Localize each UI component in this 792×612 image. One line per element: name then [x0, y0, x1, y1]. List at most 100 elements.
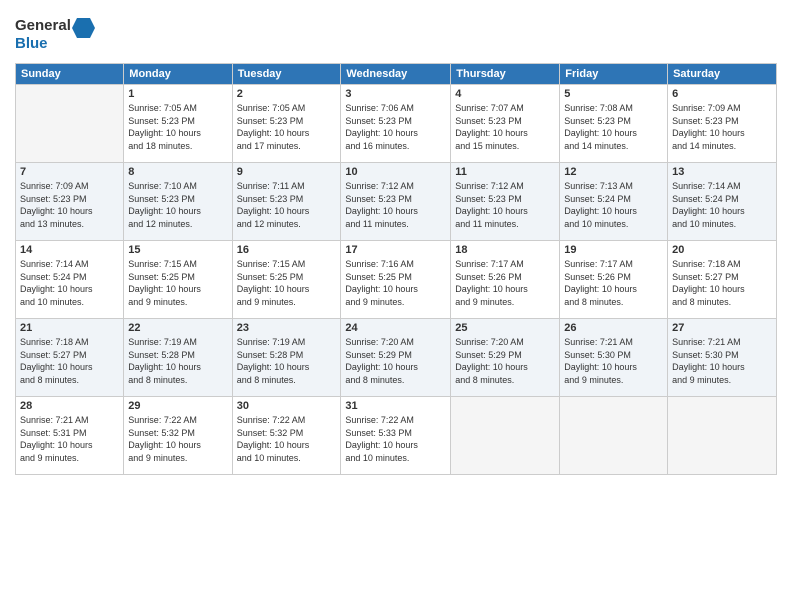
day-info: Sunrise: 7:14 AM Sunset: 5:24 PM Dayligh… — [672, 180, 772, 230]
svg-text:Blue: Blue — [15, 35, 48, 52]
day-info: Sunrise: 7:17 AM Sunset: 5:26 PM Dayligh… — [564, 258, 663, 308]
day-number: 29 — [128, 400, 227, 412]
day-number: 1 — [128, 88, 227, 100]
day-info: Sunrise: 7:06 AM Sunset: 5:23 PM Dayligh… — [345, 102, 446, 152]
day-info: Sunrise: 7:14 AM Sunset: 5:24 PM Dayligh… — [20, 258, 119, 308]
day-number: 15 — [128, 244, 227, 256]
calendar-table: SundayMondayTuesdayWednesdayThursdayFrid… — [15, 63, 777, 475]
day-number: 19 — [564, 244, 663, 256]
day-info: Sunrise: 7:05 AM Sunset: 5:23 PM Dayligh… — [237, 102, 337, 152]
day-number: 6 — [672, 88, 772, 100]
calendar-cell: 6 Sunrise: 7:09 AM Sunset: 5:23 PM Daylig… — [668, 85, 777, 163]
calendar-cell: 24 Sunrise: 7:20 AM Sunset: 5:29 PM Dayli… — [341, 319, 451, 397]
day-number: 12 — [564, 166, 663, 178]
day-number: 22 — [128, 322, 227, 334]
calendar-cell: 18 Sunrise: 7:17 AM Sunset: 5:26 PM Dayli… — [451, 241, 560, 319]
day-info: Sunrise: 7:08 AM Sunset: 5:23 PM Dayligh… — [564, 102, 663, 152]
day-number: 3 — [345, 88, 446, 100]
day-info: Sunrise: 7:12 AM Sunset: 5:23 PM Dayligh… — [345, 180, 446, 230]
calendar-cell: 21 Sunrise: 7:18 AM Sunset: 5:27 PM Dayli… — [16, 319, 124, 397]
calendar-cell: 3 Sunrise: 7:06 AM Sunset: 5:23 PM Daylig… — [341, 85, 451, 163]
calendar-cell: 23Sunrise: 7:19 AM Sunset: 5:28 PM Dayli… — [232, 319, 341, 397]
calendar-week-row: 14 Sunrise: 7:14 AM Sunset: 5:24 PM Dayli… — [16, 241, 777, 319]
day-info: Sunrise: 7:21 AM Sunset: 5:31 PM Dayligh… — [20, 414, 119, 464]
weekday-header: Wednesday — [341, 64, 451, 85]
weekday-header: Thursday — [451, 64, 560, 85]
day-info: Sunrise: 7:20 AM Sunset: 5:29 PM Dayligh… — [345, 336, 446, 386]
day-info: Sunrise: 7:21 AM Sunset: 5:30 PM Dayligh… — [672, 336, 772, 386]
day-info: Sunrise: 7:18 AM Sunset: 5:27 PM Dayligh… — [20, 336, 119, 386]
calendar-cell: 29Sunrise: 7:22 AM Sunset: 5:32 PM Dayli… — [124, 397, 232, 475]
calendar-cell: 22 Sunrise: 7:19 AM Sunset: 5:28 PM Dayli… — [124, 319, 232, 397]
day-number: 7 — [20, 166, 119, 178]
calendar-cell: 15 Sunrise: 7:15 AM Sunset: 5:25 PM Dayli… — [124, 241, 232, 319]
day-info: Sunrise: 7:19 AM Sunset: 5:28 PM Dayligh… — [237, 336, 337, 386]
calendar-cell: 19 Sunrise: 7:17 AM Sunset: 5:26 PM Dayli… — [560, 241, 668, 319]
weekday-header: Sunday — [16, 64, 124, 85]
day-number: 28 — [20, 400, 119, 412]
calendar-cell: 7 Sunrise: 7:09 AM Sunset: 5:23 PM Daylig… — [16, 163, 124, 241]
day-info: Sunrise: 7:05 AM Sunset: 5:23 PM Dayligh… — [128, 102, 227, 152]
day-number: 20 — [672, 244, 772, 256]
calendar-cell: 14 Sunrise: 7:14 AM Sunset: 5:24 PM Dayli… — [16, 241, 124, 319]
weekday-header: Monday — [124, 64, 232, 85]
calendar-cell: 25 Sunrise: 7:20 AM Sunset: 5:29 PM Dayli… — [451, 319, 560, 397]
day-number: 16 — [237, 244, 337, 256]
day-number: 31 — [345, 400, 446, 412]
calendar-week-row: 1 Sunrise: 7:05 AM Sunset: 5:23 PM Daylig… — [16, 85, 777, 163]
calendar-header-row: SundayMondayTuesdayWednesdayThursdayFrid… — [16, 64, 777, 85]
day-number: 27 — [672, 322, 772, 334]
day-info: Sunrise: 7:19 AM Sunset: 5:28 PM Dayligh… — [128, 336, 227, 386]
day-number: 21 — [20, 322, 119, 334]
calendar-cell — [16, 85, 124, 163]
day-number: 14 — [20, 244, 119, 256]
calendar-cell: 8 Sunrise: 7:10 AM Sunset: 5:23 PM Daylig… — [124, 163, 232, 241]
day-number: 30 — [237, 400, 337, 412]
calendar-cell: 4 Sunrise: 7:07 AM Sunset: 5:23 PM Daylig… — [451, 85, 560, 163]
calendar-cell — [451, 397, 560, 475]
day-info: Sunrise: 7:13 AM Sunset: 5:24 PM Dayligh… — [564, 180, 663, 230]
calendar-cell: 2 Sunrise: 7:05 AM Sunset: 5:23 PM Daylig… — [232, 85, 341, 163]
calendar-cell: 13 Sunrise: 7:14 AM Sunset: 5:24 PM Dayli… — [668, 163, 777, 241]
calendar-cell — [560, 397, 668, 475]
day-info: Sunrise: 7:17 AM Sunset: 5:26 PM Dayligh… — [455, 258, 555, 308]
logo-svg: General Blue — [15, 10, 105, 55]
day-number: 9 — [237, 166, 337, 178]
calendar-cell: 11 Sunrise: 7:12 AM Sunset: 5:23 PM Dayli… — [451, 163, 560, 241]
day-info: Sunrise: 7:22 AM Sunset: 5:33 PM Dayligh… — [345, 414, 446, 464]
day-info: Sunrise: 7:20 AM Sunset: 5:29 PM Dayligh… — [455, 336, 555, 386]
calendar-cell: 30 Sunrise: 7:22 AM Sunset: 5:32 PM Dayli… — [232, 397, 341, 475]
calendar-week-row: 7 Sunrise: 7:09 AM Sunset: 5:23 PM Daylig… — [16, 163, 777, 241]
calendar-cell: 27 Sunrise: 7:21 AM Sunset: 5:30 PM Dayli… — [668, 319, 777, 397]
day-info: Sunrise: 7:16 AM Sunset: 5:25 PM Dayligh… — [345, 258, 446, 308]
day-info: Sunrise: 7:21 AM Sunset: 5:30 PM Dayligh… — [564, 336, 663, 386]
day-info: Sunrise: 7:12 AM Sunset: 5:23 PM Dayligh… — [455, 180, 555, 230]
day-info: Sunrise: 7:15 AM Sunset: 5:25 PM Dayligh… — [237, 258, 337, 308]
day-info: Sunrise: 7:09 AM Sunset: 5:23 PM Dayligh… — [672, 102, 772, 152]
day-info: Sunrise: 7:22 AM Sunset: 5:32 PM Dayligh… — [237, 414, 337, 464]
day-number: 4 — [455, 88, 555, 100]
calendar-cell: 20 Sunrise: 7:18 AM Sunset: 5:27 PM Dayli… — [668, 241, 777, 319]
calendar-cell: 16 Sunrise: 7:15 AM Sunset: 5:25 PM Dayli… — [232, 241, 341, 319]
day-number: 24 — [345, 322, 446, 334]
day-number: 17 — [345, 244, 446, 256]
calendar-cell: 31 Sunrise: 7:22 AM Sunset: 5:33 PM Dayli… — [341, 397, 451, 475]
calendar-cell: 17 Sunrise: 7:16 AM Sunset: 5:25 PM Dayli… — [341, 241, 451, 319]
day-number: 13 — [672, 166, 772, 178]
logo: General Blue — [15, 10, 105, 55]
day-info: Sunrise: 7:18 AM Sunset: 5:27 PM Dayligh… — [672, 258, 772, 308]
day-info: Sunrise: 7:09 AM Sunset: 5:23 PM Dayligh… — [20, 180, 119, 230]
day-number: 26 — [564, 322, 663, 334]
day-number: 25 — [455, 322, 555, 334]
day-info: Sunrise: 7:10 AM Sunset: 5:23 PM Dayligh… — [128, 180, 227, 230]
day-info: Sunrise: 7:07 AM Sunset: 5:23 PM Dayligh… — [455, 102, 555, 152]
day-info: Sunrise: 7:15 AM Sunset: 5:25 PM Dayligh… — [128, 258, 227, 308]
day-number: 10 — [345, 166, 446, 178]
calendar-cell: 26 Sunrise: 7:21 AM Sunset: 5:30 PM Dayli… — [560, 319, 668, 397]
day-number: 2 — [237, 88, 337, 100]
day-number: 8 — [128, 166, 227, 178]
day-number: 18 — [455, 244, 555, 256]
day-info: Sunrise: 7:11 AM Sunset: 5:23 PM Dayligh… — [237, 180, 337, 230]
calendar-cell: 9 Sunrise: 7:11 AM Sunset: 5:23 PM Daylig… — [232, 163, 341, 241]
day-number: 11 — [455, 166, 555, 178]
